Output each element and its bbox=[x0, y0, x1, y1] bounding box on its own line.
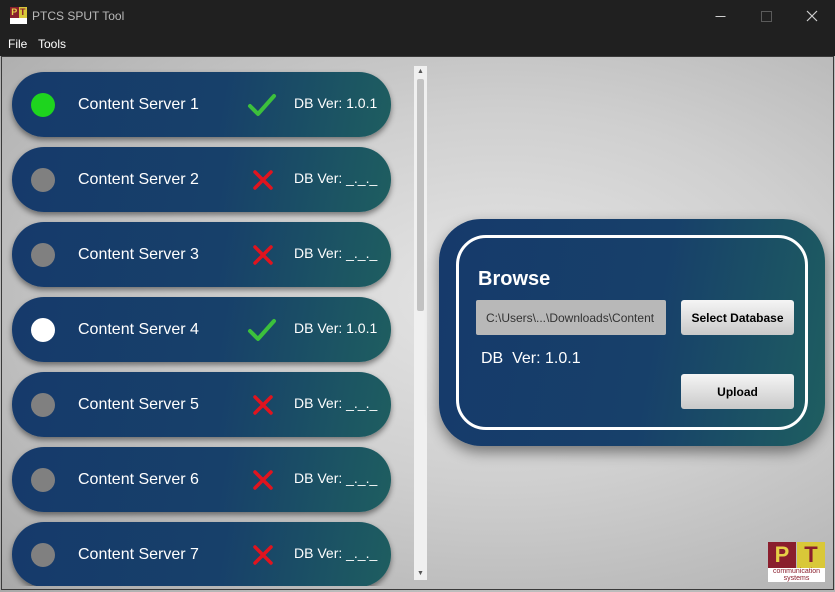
server-row-4[interactable]: Content Server 4 DB Ver: 1.0.1 bbox=[12, 297, 391, 362]
server-row-2[interactable]: Content Server 2 DB Ver: _._._ bbox=[12, 147, 391, 212]
menu-file[interactable]: File bbox=[8, 37, 27, 51]
db-version-label: DB Ver: _._._ bbox=[294, 470, 378, 486]
server-name: Content Server 2 bbox=[78, 171, 199, 188]
server-name: Content Server 5 bbox=[78, 396, 199, 413]
scroll-thumb[interactable] bbox=[417, 79, 424, 311]
server-name: Content Server 6 bbox=[78, 471, 199, 488]
database-path-input[interactable] bbox=[476, 300, 666, 335]
browse-panel: Browse Select Database DB Ver: 1.0.1 Upl… bbox=[439, 219, 825, 446]
status-indicator bbox=[31, 93, 55, 117]
app-icon-strip bbox=[10, 18, 27, 24]
maximize-button[interactable] bbox=[743, 0, 789, 32]
menu-tools[interactable]: Tools bbox=[38, 37, 66, 51]
server-row-3[interactable]: Content Server 3 DB Ver: _._._ bbox=[12, 222, 391, 287]
upload-button[interactable]: Upload bbox=[681, 374, 794, 409]
server-name: Content Server 1 bbox=[78, 96, 199, 113]
server-name: Content Server 4 bbox=[78, 321, 199, 338]
server-name: Content Server 3 bbox=[78, 246, 199, 263]
x-icon bbox=[253, 545, 273, 565]
window-title: PTCS SPUT Tool bbox=[32, 9, 125, 23]
db-version-label: DB Ver: 1.0.1 bbox=[294, 320, 378, 336]
close-icon bbox=[806, 10, 818, 22]
x-icon bbox=[253, 395, 273, 415]
client-area: Content Server 1 DB Ver: 1.0.1 Content S… bbox=[0, 56, 835, 592]
status-indicator bbox=[31, 243, 55, 267]
browse-title: Browse bbox=[478, 268, 551, 290]
server-row-1[interactable]: Content Server 1 DB Ver: 1.0.1 bbox=[12, 72, 391, 137]
status-indicator bbox=[31, 168, 55, 192]
server-row-7[interactable]: Content Server 7 DB Ver: _._._ bbox=[12, 522, 391, 586]
maximize-icon bbox=[760, 10, 772, 22]
select-database-button[interactable]: Select Database bbox=[681, 300, 794, 335]
scroll-down-arrow-icon[interactable]: ▼ bbox=[414, 568, 427, 580]
db-version-label: DB Ver: _._._ bbox=[294, 545, 378, 561]
status-indicator bbox=[31, 393, 55, 417]
server-list: Content Server 1 DB Ver: 1.0.1 Content S… bbox=[0, 56, 415, 586]
app-icon-p: P bbox=[10, 7, 19, 18]
title-bar: P T PTCS SPUT Tool bbox=[0, 0, 835, 32]
minimize-icon bbox=[715, 15, 725, 17]
server-list-scrollbar[interactable]: ▲ ▼ bbox=[414, 66, 427, 580]
db-version-label: DB Ver: _._._ bbox=[294, 170, 378, 186]
x-icon bbox=[253, 170, 273, 190]
db-version-label: DB Ver: _._._ bbox=[294, 245, 378, 261]
scroll-up-arrow-icon[interactable]: ▲ bbox=[414, 66, 427, 78]
menu-bar: File Tools bbox=[0, 32, 835, 56]
browse-db-version: DB Ver: 1.0.1 bbox=[481, 350, 581, 367]
status-indicator bbox=[31, 318, 55, 342]
x-icon bbox=[253, 470, 273, 490]
company-logo: P T communication systems bbox=[768, 542, 825, 582]
server-name: Content Server 7 bbox=[78, 546, 199, 563]
minimize-button[interactable] bbox=[697, 0, 743, 32]
check-icon bbox=[248, 94, 276, 116]
close-button[interactable] bbox=[789, 0, 835, 32]
server-row-6[interactable]: Content Server 6 DB Ver: _._._ bbox=[12, 447, 391, 512]
status-indicator bbox=[31, 468, 55, 492]
status-indicator bbox=[31, 543, 55, 567]
x-icon bbox=[253, 245, 273, 265]
browse-inner-frame: Browse Select Database DB Ver: 1.0.1 Upl… bbox=[456, 235, 808, 430]
logo-t: T bbox=[797, 542, 825, 568]
logo-subtitle: communication systems bbox=[768, 568, 825, 582]
app-icon-t: T bbox=[18, 7, 27, 18]
logo-p: P bbox=[768, 542, 796, 568]
server-row-5[interactable]: Content Server 5 DB Ver: _._._ bbox=[12, 372, 391, 437]
check-icon bbox=[248, 319, 276, 341]
db-version-label: DB Ver: _._._ bbox=[294, 395, 378, 411]
app-icon: P T bbox=[10, 7, 27, 24]
db-version-label: DB Ver: 1.0.1 bbox=[294, 95, 378, 111]
